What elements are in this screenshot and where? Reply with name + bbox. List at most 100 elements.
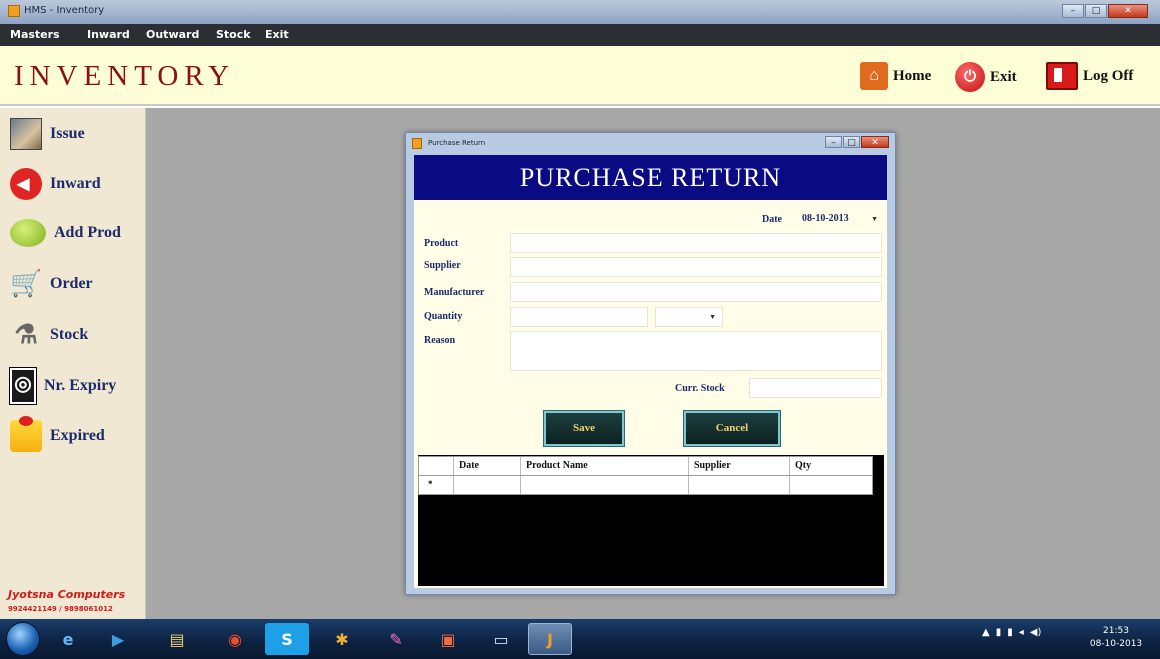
system-tray: ▲ ▮ ▮ ◂ ◀) [982,627,1041,638]
app-icon [8,5,20,17]
unit-select[interactable]: ▼ [655,307,723,327]
dialog-close-button[interactable]: ✕ [861,136,889,148]
grid-column-product-name[interactable]: Product Name [521,457,689,475]
sidebar-item-issue[interactable]: Issue [10,118,85,150]
clock-date: 08-10-2013 [1089,639,1143,649]
logoff-label: Log Off [1083,67,1134,84]
sidebar-item-label: Add Prod [54,224,121,241]
tray-app-icon[interactable]: ▮ [996,627,1002,638]
grid-column-date[interactable]: Date [454,457,521,475]
supplier-input[interactable] [510,257,882,277]
sidebar-item-nr-expiry[interactable]: ◎ Nr. Expiry [9,367,117,405]
home-icon: ⌂ [860,62,888,90]
grid-cell[interactable] [521,476,689,494]
home-label: Home [893,67,932,84]
chevron-down-icon: ▼ [709,313,716,321]
sidebar: Issue Inward Add Prod 🛒 Order ⚗ Stock ◎ … [0,108,146,619]
near-expiry-icon: ◎ [9,367,37,405]
dialog-app-icon [412,138,422,149]
return-items-grid[interactable]: Date Product Name Supplier Qty * [418,455,884,586]
stock-icon: ⚗ [14,320,38,349]
dialog-title: Purchase Return [428,139,486,147]
internet-explorer-icon[interactable]: e [46,623,90,655]
window-switcher-icon[interactable]: ▭ [479,623,523,655]
manufacturer-label: Manufacturer [424,287,485,298]
curr-stock-field [749,378,882,398]
sidebar-item-expired[interactable]: Expired [10,416,105,452]
media-player-icon[interactable]: ▶ [96,623,140,655]
show-hidden-icons-icon[interactable]: ▲ [982,627,990,638]
reason-textarea[interactable] [510,331,882,371]
grid-row-header-cell [419,457,454,475]
taskbar: e ▶ ▤ ◉ S ✱ ✎ ▣ ▭ J ▲ ▮ ▮ ◂ ◀) 21:53 08-… [0,619,1160,659]
minimize-button[interactable]: – [1062,4,1084,18]
curr-stock-label: Curr. Stock [675,383,725,394]
grid-cell[interactable] [689,476,790,494]
network-icon[interactable]: ◂ [1019,627,1024,638]
product-input[interactable] [510,233,882,253]
sidebar-item-label: Order [50,275,93,292]
brand-phone: 9924421149 / 9898061012 [8,605,113,613]
sidebar-item-label: Nr. Expiry [44,377,117,394]
grid-column-qty[interactable]: Qty [790,457,874,475]
close-button[interactable]: ✕ [1108,4,1148,18]
inward-icon [10,168,42,200]
paint-icon[interactable]: ✎ [374,623,418,655]
quantity-label: Quantity [424,311,463,322]
start-button[interactable] [6,622,40,656]
window-title: HMS - Inventory [24,5,105,16]
sidebar-item-order[interactable]: 🛒 Order [10,268,93,300]
grid-column-supplier[interactable]: Supplier [689,457,790,475]
issue-icon [10,118,42,150]
sidebar-item-inward[interactable]: Inward [10,168,101,200]
sidebar-item-label: Inward [50,175,101,192]
exit-button[interactable]: ⏻ Exit [955,62,1017,92]
power-icon: ⏻ [955,62,985,92]
skype-icon[interactable]: S [265,623,309,655]
file-explorer-icon[interactable]: ▤ [155,623,199,655]
menu-bar: Masters Inward Outward Stock Exit [0,24,1160,46]
logoff-button[interactable]: Log Off [1046,62,1133,90]
grid-cell[interactable] [454,476,521,494]
date-value: 08-10-2013 [802,213,849,224]
volume-icon[interactable]: ◀) [1030,627,1042,638]
inventory-app-icon[interactable]: J [528,623,572,655]
chevron-down-icon[interactable]: ▼ [871,210,878,228]
sidebar-item-stock[interactable]: ⚗ Stock [10,319,88,351]
window-titlebar: HMS - Inventory – □ ✕ [0,0,1160,24]
menu-outward[interactable]: Outward [146,28,199,41]
home-button[interactable]: ⌂ Home [860,62,931,90]
dialog-titlebar[interactable]: Purchase Return – □ ✕ [406,133,895,155]
app-title: INVENTORY [14,60,236,92]
date-picker[interactable]: 08-10-2013 ▼ [800,210,882,228]
save-button[interactable]: Save [544,411,624,446]
menu-masters[interactable]: Masters [10,28,60,41]
network-tool-icon[interactable]: ✱ [320,623,364,655]
expired-icon [10,416,42,452]
logoff-icon [1046,62,1078,90]
app-header: INVENTORY ⌂ Home ⏻ Exit Log Off [0,46,1160,106]
grid-row-header-cell: * [419,476,454,494]
reason-label: Reason [424,335,456,346]
sidebar-item-label: Expired [50,427,105,444]
cancel-button[interactable]: Cancel [684,411,780,446]
dialog-minimize-button[interactable]: – [825,136,842,148]
quantity-input[interactable] [510,307,648,327]
sidebar-item-add-prod[interactable]: Add Prod [10,219,121,247]
dialog-body: PURCHASE RETURN Date 08-10-2013 ▼ Produc… [414,155,887,588]
form-heading: PURCHASE RETURN [414,155,887,200]
grid-cell[interactable] [790,476,874,494]
menu-exit[interactable]: Exit [265,28,289,41]
clock[interactable]: 21:53 08-10-2013 [1086,625,1146,651]
manufacturer-input[interactable] [510,282,882,302]
menu-inward[interactable]: Inward [87,28,130,41]
cart-icon: 🛒 [10,269,43,298]
powerpoint-icon[interactable]: ▣ [426,623,470,655]
sidebar-item-label: Issue [50,125,85,142]
menu-stock[interactable]: Stock [216,28,251,41]
chrome-icon[interactable]: ◉ [213,623,257,655]
maximize-button[interactable]: □ [1085,4,1107,18]
table-row[interactable]: * [418,476,873,495]
dialog-maximize-button[interactable]: □ [843,136,860,148]
tray-app-icon[interactable]: ▮ [1007,627,1013,638]
